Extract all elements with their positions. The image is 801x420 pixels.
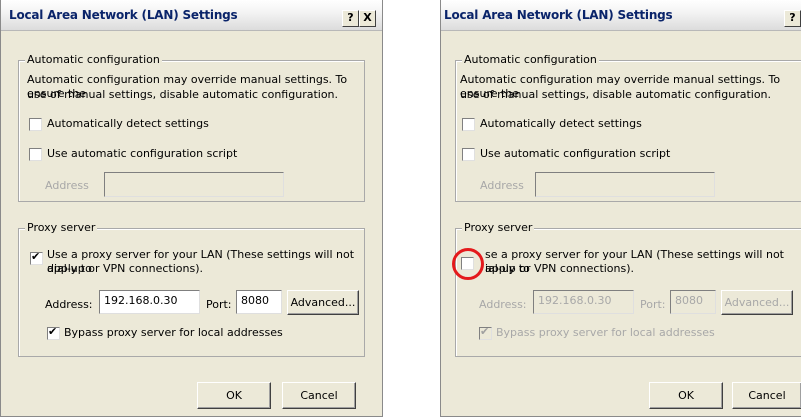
- help-button[interactable]: ?: [784, 10, 801, 27]
- detect-settings-checkbox[interactable]: [462, 118, 475, 131]
- auto-config-address-label: Address: [480, 179, 524, 192]
- bypass-local-label: Bypass proxy server for local addresses: [496, 326, 715, 339]
- proxy-address-label: Address:: [479, 298, 527, 311]
- dialog-title: Local Area Network (LAN) Settings: [444, 8, 673, 22]
- automatic-configuration-legend: Automatic configuration: [25, 53, 162, 66]
- bypass-local-label: Bypass proxy server for local addresses: [64, 326, 283, 339]
- automatic-configuration-legend: Automatic configuration: [462, 53, 599, 66]
- auto-config-script-label: Use automatic configuration script: [47, 147, 238, 160]
- auto-config-script-checkbox[interactable]: [29, 148, 42, 161]
- proxy-address-label: Address:: [45, 298, 93, 311]
- title-bar: Local Area Network (LAN) Settings ?: [441, 0, 801, 31]
- lan-settings-dialog-right: Local Area Network (LAN) Settings ? Auto…: [440, 0, 801, 417]
- cancel-button[interactable]: Cancel: [732, 382, 801, 409]
- auto-config-address-field[interactable]: [104, 172, 284, 197]
- ok-button[interactable]: OK: [649, 382, 723, 409]
- title-bar: Local Area Network (LAN) Settings ? X: [1, 0, 382, 31]
- bypass-local-checkbox[interactable]: [47, 325, 60, 340]
- auto-config-script-label: Use automatic configuration script: [480, 147, 671, 160]
- proxy-port-label: Port:: [206, 298, 232, 311]
- cancel-button[interactable]: Cancel: [282, 382, 356, 409]
- proxy-server-legend: Proxy server: [462, 221, 535, 234]
- auto-config-address-label: Address: [45, 179, 89, 192]
- proxy-address-field[interactable]: 192.168.0.30: [99, 290, 200, 314]
- use-proxy-checkbox[interactable]: [30, 250, 43, 265]
- lan-settings-dialog-left: Local Area Network (LAN) Settings ? X Au…: [0, 0, 383, 417]
- advanced-button[interactable]: Advanced...: [287, 290, 359, 315]
- detect-settings-label: Automatically detect settings: [480, 117, 642, 130]
- auto-config-address-field[interactable]: [535, 172, 715, 197]
- proxy-address-field[interactable]: 192.168.0.30: [533, 290, 634, 314]
- advanced-button[interactable]: Advanced...: [721, 290, 793, 315]
- dialog-title: Local Area Network (LAN) Settings: [9, 8, 238, 22]
- bypass-local-checkbox[interactable]: [479, 325, 492, 340]
- auto-config-description-line2: use of manual settings, disable automati…: [460, 88, 772, 101]
- auto-config-description-line2: use of manual settings, disable automati…: [27, 88, 339, 101]
- help-button[interactable]: ?: [342, 10, 359, 27]
- detect-settings-checkbox[interactable]: [29, 118, 42, 131]
- proxy-server-legend: Proxy server: [25, 221, 98, 234]
- proxy-port-field[interactable]: 8080: [670, 290, 716, 314]
- ok-button[interactable]: OK: [197, 382, 271, 409]
- use-proxy-label-line2: ial-up or VPN connections).: [485, 262, 635, 275]
- use-proxy-label-line2: dial-up or VPN connections).: [47, 262, 204, 275]
- close-button[interactable]: X: [359, 10, 376, 27]
- highlight-circle: [452, 248, 484, 280]
- proxy-port-field[interactable]: 8080: [236, 290, 282, 314]
- detect-settings-label: Automatically detect settings: [47, 117, 209, 130]
- proxy-port-label: Port:: [640, 298, 666, 311]
- auto-config-script-checkbox[interactable]: [462, 148, 475, 161]
